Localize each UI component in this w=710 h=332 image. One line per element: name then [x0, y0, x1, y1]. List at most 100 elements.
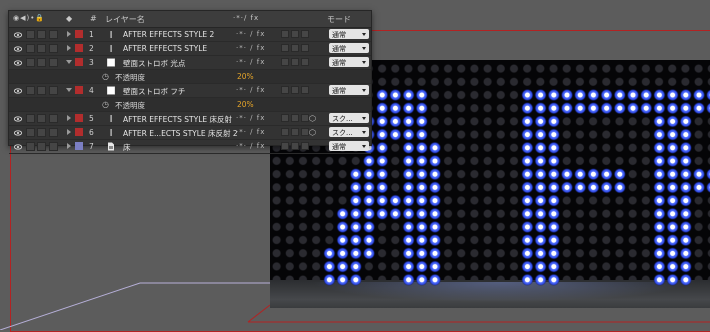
layer-row[interactable]: 7 床 ·*· ∕ fx 通常: [9, 140, 371, 154]
layer-switches[interactable]: ·*· ∕ fx: [236, 44, 265, 52]
switch-box[interactable]: [291, 44, 299, 52]
switch-box[interactable]: [291, 86, 299, 94]
blend-mode-select[interactable]: 通常: [329, 43, 369, 53]
3d-cube-icon[interactable]: ⬡: [309, 114, 316, 123]
switch-box[interactable]: [281, 114, 289, 122]
switch-box[interactable]: [281, 128, 289, 136]
blend-mode-select[interactable]: 通常: [329, 141, 369, 151]
switch-box[interactable]: [281, 142, 289, 150]
toggle-box[interactable]: [26, 44, 35, 53]
expand-triangle-icon[interactable]: [67, 143, 71, 149]
toggle-box[interactable]: [26, 128, 35, 137]
3d-cube-icon[interactable]: ⬡: [309, 128, 316, 137]
opacity-value[interactable]: 20%: [237, 72, 254, 81]
toggle-box[interactable]: [26, 114, 35, 123]
layer-name[interactable]: 床: [123, 142, 131, 153]
layer-switches[interactable]: ·*· ∕ fx: [236, 58, 265, 66]
label-color-swatch[interactable]: [75, 142, 83, 150]
eye-icon[interactable]: [13, 45, 23, 52]
layer-row[interactable]: 4 壁面ストロボ フチ ·*· ∕ fx 通常: [9, 84, 371, 98]
layer-row[interactable]: 2 AFTER EFFECTS STYLE ·*· ∕ fx 通常: [9, 42, 371, 56]
switch-box[interactable]: [291, 58, 299, 66]
layer-name[interactable]: 壁面ストロボ フチ: [123, 86, 185, 97]
blend-mode-select[interactable]: 通常: [329, 29, 369, 39]
toggle-box[interactable]: [49, 86, 58, 95]
layer-name[interactable]: AFTER EFFECTS STYLE: [123, 44, 207, 53]
layer-row[interactable]: 5 AFTER EFFECTS STYLE 床反射 ·*· ∕ fx ⬡ スク...: [9, 112, 371, 126]
blend-mode-select[interactable]: 通常: [329, 57, 369, 67]
stopwatch-icon[interactable]: ◷: [102, 100, 109, 109]
layer-switches[interactable]: ·*· ∕ fx: [236, 30, 265, 38]
toggle-box[interactable]: [37, 86, 46, 95]
layer-name[interactable]: 壁面ストロボ 光点: [123, 58, 185, 69]
timeline-layer-panel[interactable]: ◉◀)•🔒 ◆ # レイヤー名 ·*·∕ fx モード 1 AFTER EFFEC…: [8, 10, 372, 154]
toggle-box[interactable]: [49, 44, 58, 53]
toggle-box[interactable]: [26, 142, 35, 151]
label-color-swatch[interactable]: [75, 86, 83, 94]
column-mode[interactable]: モード: [327, 14, 351, 25]
switch-box[interactable]: [301, 86, 309, 94]
eye-icon[interactable]: [13, 143, 23, 150]
expand-triangle-icon[interactable]: [67, 45, 71, 51]
stopwatch-icon[interactable]: ◷: [102, 72, 109, 81]
switch-box[interactable]: [281, 86, 289, 94]
switch-box[interactable]: [301, 128, 309, 136]
expand-triangle-icon[interactable]: [67, 115, 71, 121]
blend-mode-select[interactable]: スク...: [329, 127, 369, 137]
toggle-box[interactable]: [37, 142, 46, 151]
label-color-swatch[interactable]: [75, 128, 83, 136]
toggle-box[interactable]: [37, 30, 46, 39]
toggle-box[interactable]: [49, 142, 58, 151]
label-color-swatch[interactable]: [75, 114, 83, 122]
eye-icon[interactable]: [13, 87, 23, 94]
expand-triangle-icon[interactable]: [67, 129, 71, 135]
toggle-box[interactable]: [49, 128, 58, 137]
switch-box[interactable]: [281, 44, 289, 52]
eye-icon[interactable]: [13, 31, 23, 38]
eye-icon[interactable]: [13, 115, 23, 122]
layer-switches[interactable]: ·*· ∕ fx: [236, 114, 265, 122]
toggle-box[interactable]: [37, 44, 46, 53]
opacity-value[interactable]: 20%: [237, 100, 254, 109]
toggle-box[interactable]: [37, 128, 46, 137]
layer-switches[interactable]: ·*· ∕ fx: [236, 142, 265, 150]
layer-switches[interactable]: ·*· ∕ fx: [236, 128, 265, 136]
switch-box[interactable]: [291, 114, 299, 122]
layer-switches[interactable]: ·*· ∕ fx: [236, 86, 265, 94]
layer-name[interactable]: AFTER EFFECTS STYLE 床反射: [123, 114, 232, 125]
blend-mode-select[interactable]: 通常: [329, 85, 369, 95]
switch-box[interactable]: [301, 58, 309, 66]
expand-triangle-icon[interactable]: [66, 88, 72, 92]
layer-row[interactable]: 3 壁面ストロボ 光点 ·*· ∕ fx 通常: [9, 56, 371, 70]
layer-row[interactable]: 1 AFTER EFFECTS STYLE 2 ·*· ∕ fx 通常: [9, 28, 371, 42]
layer-row[interactable]: 6 AFTER E...ECTS STYLE 床反射 2 ·*· ∕ fx ⬡ スク..…: [9, 126, 371, 140]
blend-mode-select[interactable]: スク...: [329, 113, 369, 123]
switch-box[interactable]: [291, 142, 299, 150]
switch-box[interactable]: [301, 114, 309, 122]
toggle-box[interactable]: [37, 58, 46, 67]
eye-icon[interactable]: [13, 129, 23, 136]
layer-name[interactable]: AFTER E...ECTS STYLE 床反射 2: [123, 128, 238, 139]
switch-box[interactable]: [301, 44, 309, 52]
composition-viewport[interactable]: ◉◀)•🔒 ◆ # レイヤー名 ·*·∕ fx モード 1 AFTER EFFEC…: [0, 0, 710, 332]
switch-box[interactable]: [301, 142, 309, 150]
toggle-box[interactable]: [26, 30, 35, 39]
switch-box[interactable]: [291, 30, 299, 38]
label-color-swatch[interactable]: [75, 30, 83, 38]
expand-triangle-icon[interactable]: [67, 31, 71, 37]
eye-icon[interactable]: [13, 59, 23, 66]
toggle-box[interactable]: [49, 58, 58, 67]
column-layer-name[interactable]: レイヤー名: [105, 14, 145, 25]
opacity-property-row[interactable]: ◷ 不透明度 20%: [9, 70, 371, 84]
toggle-box[interactable]: [49, 30, 58, 39]
label-color-swatch[interactable]: [75, 58, 83, 66]
layer-name[interactable]: AFTER EFFECTS STYLE 2: [123, 30, 214, 39]
toggle-box[interactable]: [26, 86, 35, 95]
switch-box[interactable]: [291, 128, 299, 136]
switch-box[interactable]: [301, 30, 309, 38]
switch-box[interactable]: [281, 58, 289, 66]
toggle-box[interactable]: [37, 114, 46, 123]
label-color-swatch[interactable]: [75, 44, 83, 52]
opacity-property-row[interactable]: ◷ 不透明度 20%: [9, 98, 371, 112]
switch-box[interactable]: [281, 30, 289, 38]
